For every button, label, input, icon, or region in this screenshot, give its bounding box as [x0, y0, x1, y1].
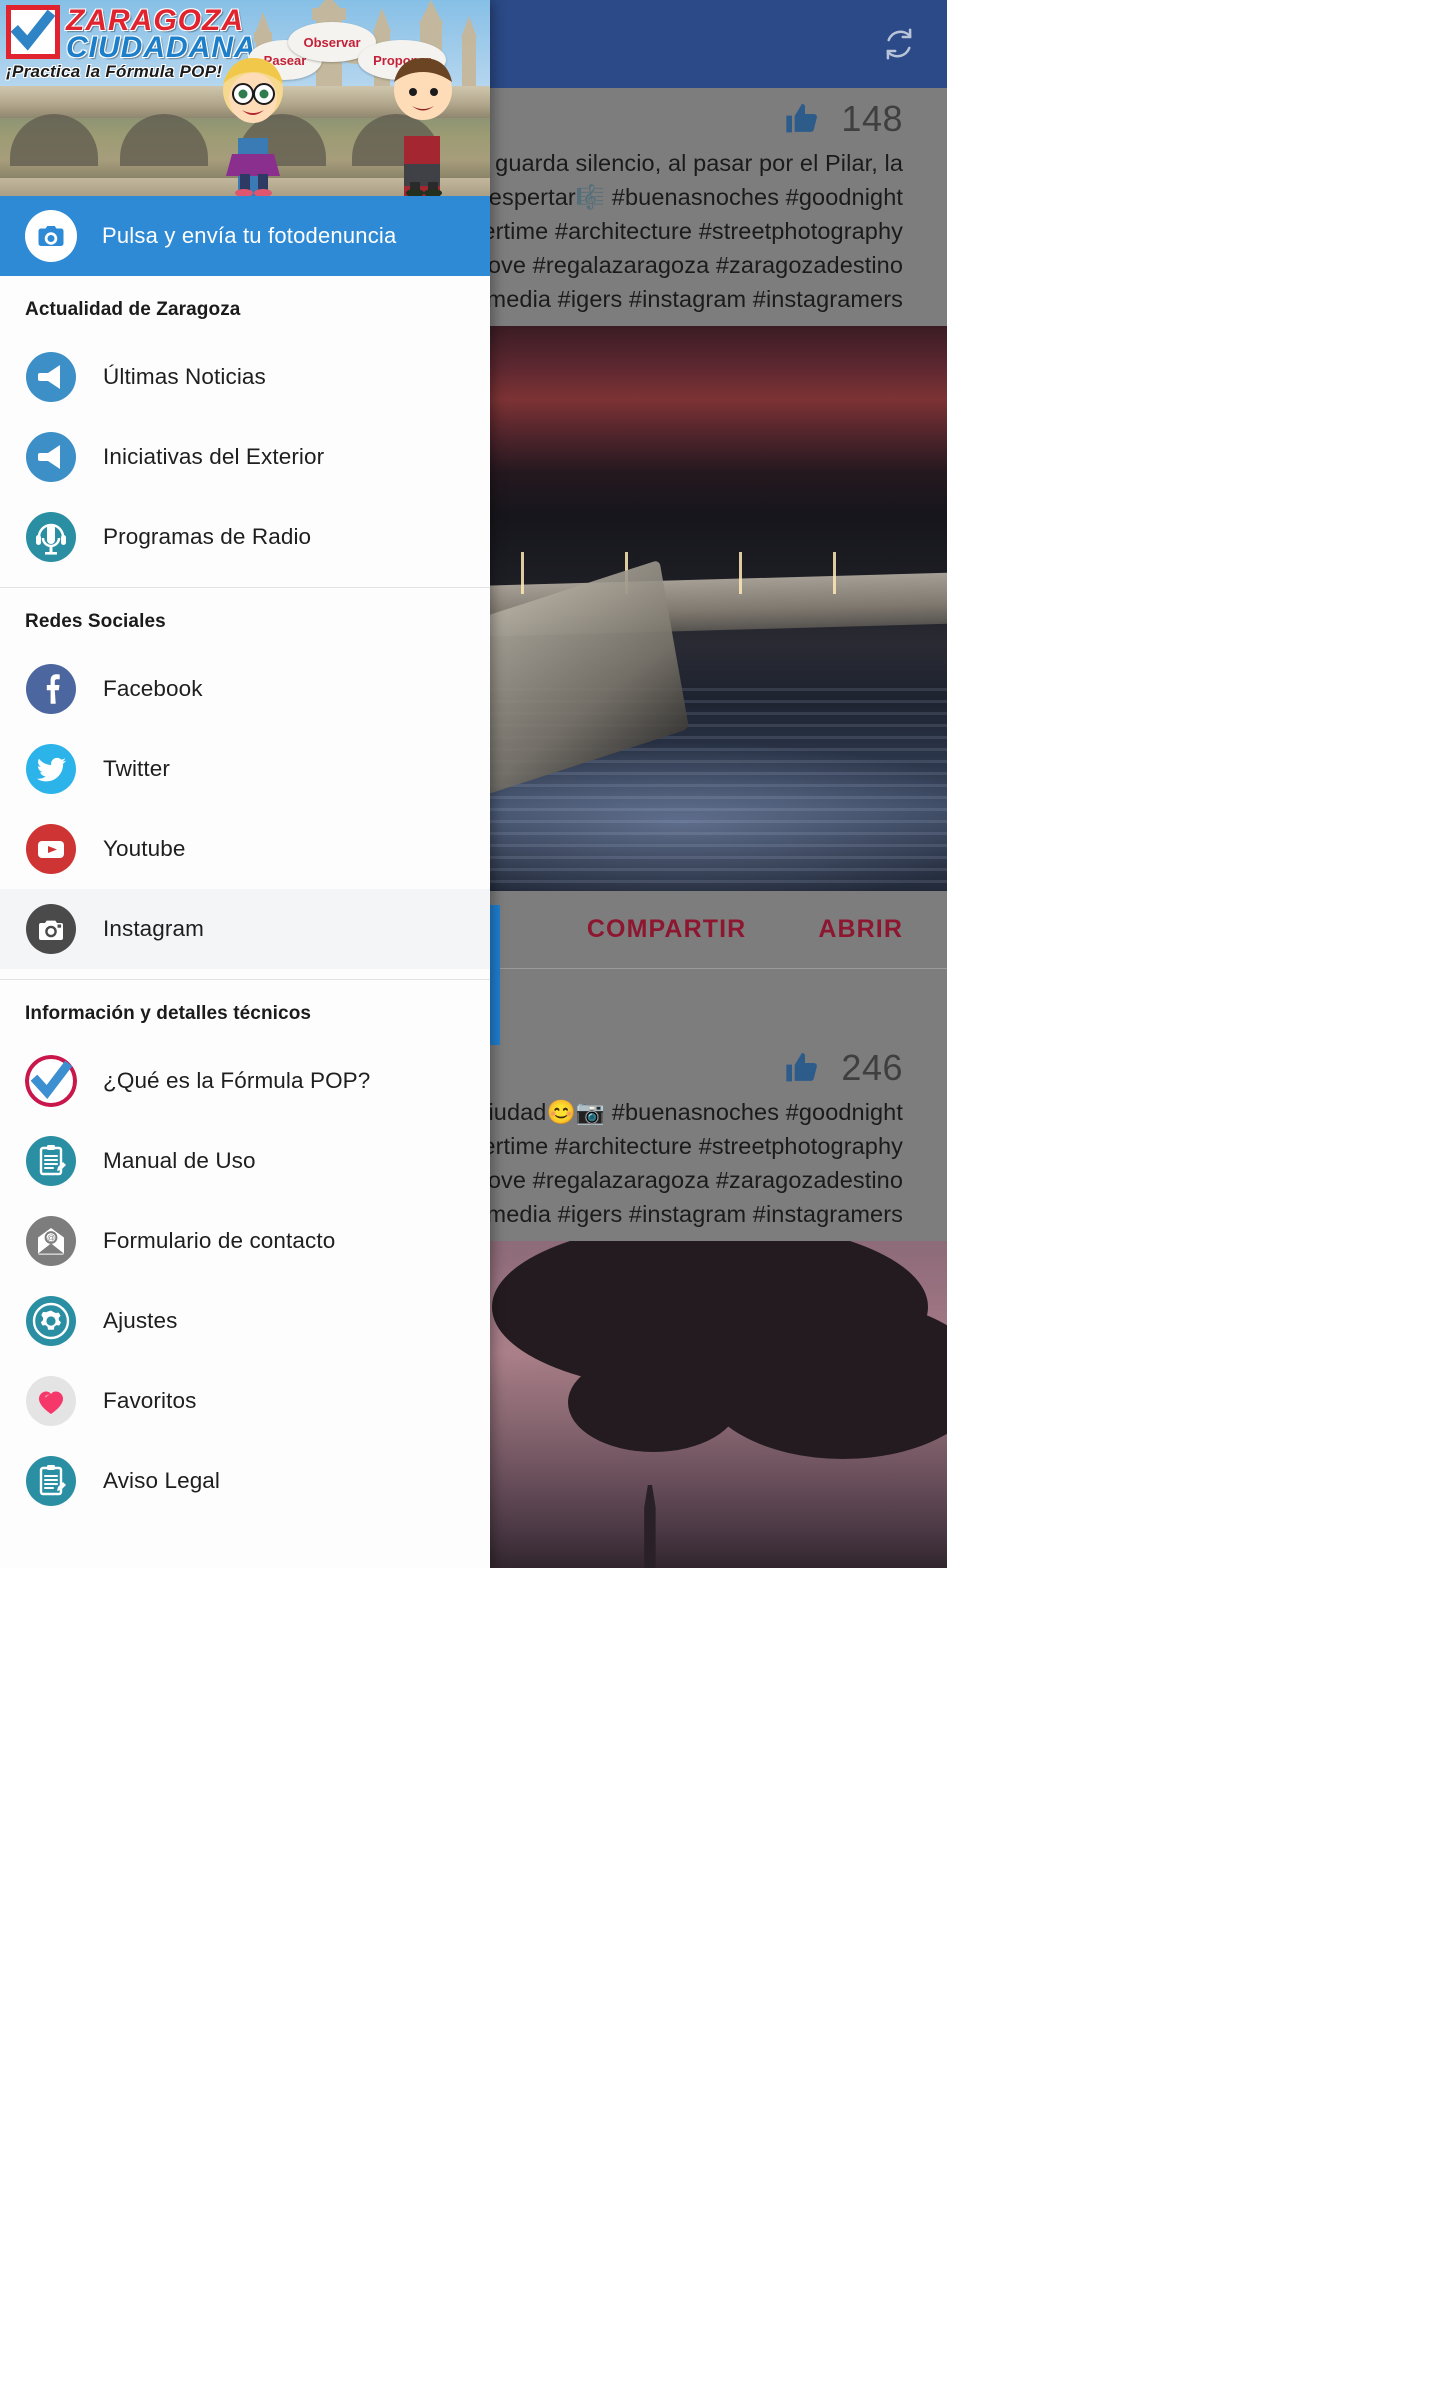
section-title-actualidad: Actualidad de Zaragoza — [25, 299, 241, 320]
svg-text:@: @ — [47, 1234, 55, 1243]
menu-item-label: Twitter — [103, 756, 170, 781]
megaphone-icon — [25, 431, 77, 483]
thumbs-up-icon[interactable] — [781, 99, 825, 139]
boy-mascot-illustration — [394, 58, 452, 196]
formula-pop-icon — [25, 1055, 77, 1107]
photo-complaint-label: Pulsa y envía tu fotodenuncia — [102, 223, 397, 248]
menu-item-label: Favoritos — [103, 1388, 197, 1413]
like-count: 246 — [841, 1047, 903, 1088]
twitter-icon — [25, 743, 77, 795]
menu-item-label: Últimas Noticias — [103, 364, 266, 389]
menu-item-label: Formulario de contacto — [103, 1228, 336, 1253]
brand-tagline: ¡Practica la Fórmula POP! — [6, 62, 223, 81]
share-button[interactable]: COMPARTIR — [587, 915, 746, 944]
menu-item-ultimas-noticias[interactable]: Últimas Noticias — [0, 337, 490, 417]
menu-item-label: Facebook — [103, 676, 203, 701]
youtube-icon — [25, 823, 77, 875]
menu-item-label: Youtube — [103, 836, 186, 861]
menu-item-instagram[interactable]: Instagram — [0, 889, 490, 969]
menu-item-programas-radio[interactable]: Programas de Radio — [0, 497, 490, 577]
menu-item-ajustes[interactable]: Ajustes — [0, 1281, 490, 1361]
refresh-icon[interactable] — [877, 22, 921, 66]
menu-item-label: Iniciativas del Exterior — [103, 444, 325, 469]
megaphone-icon — [25, 351, 77, 403]
menu-item-label: ¿Qué es la Fórmula POP? — [103, 1068, 371, 1093]
menu-item-label: Aviso Legal — [103, 1468, 221, 1493]
document-icon — [25, 1135, 77, 1187]
thumbs-up-icon[interactable] — [781, 1048, 825, 1088]
menu-item-label: Ajustes — [103, 1308, 178, 1333]
menu-item-twitter[interactable]: Twitter — [0, 729, 490, 809]
navigation-drawer: ZARAGOZA CIUDADANA ¡Practica la Fórmula … — [0, 0, 490, 1568]
menu-item-favoritos[interactable]: Favoritos — [0, 1361, 490, 1441]
radio-mic-icon — [25, 511, 77, 563]
instagram-icon — [25, 903, 77, 955]
mail-icon: @ — [25, 1215, 77, 1267]
section-title-redes-sociales: Redes Sociales — [25, 611, 166, 632]
open-button[interactable]: ABRIR — [818, 915, 903, 944]
menu-item-formulario-contacto[interactable]: @ Formulario de contacto — [0, 1201, 490, 1281]
menu-item-label: Manual de Uso — [103, 1148, 256, 1173]
menu-item-manual-uso[interactable]: Manual de Uso — [0, 1121, 490, 1201]
checkmark-logo-icon — [6, 5, 60, 59]
gear-icon — [25, 1295, 77, 1347]
menu-item-youtube[interactable]: Youtube — [0, 809, 490, 889]
heart-icon — [25, 1375, 77, 1427]
app-root: 148 ro guarda silencio, al pasar por el … — [0, 0, 947, 1568]
photo-complaint-button[interactable]: Pulsa y envía tu fotodenuncia — [0, 196, 490, 276]
menu-item-formula-pop[interactable]: ¿Qué es la Fórmula POP? — [0, 1041, 490, 1121]
menu-item-aviso-legal[interactable]: Aviso Legal — [0, 1441, 490, 1521]
section-title-informacion: Información y detalles técnicos — [25, 1003, 312, 1024]
menu-item-iniciativas-exterior[interactable]: Iniciativas del Exterior — [0, 417, 490, 497]
girl-mascot-illustration — [223, 58, 283, 196]
facebook-icon — [25, 663, 77, 715]
document-icon — [25, 1455, 77, 1507]
menu-item-label: Programas de Radio — [103, 524, 312, 549]
like-count: 148 — [841, 98, 903, 139]
drawer-edge-highlight — [490, 905, 500, 1045]
menu-item-facebook[interactable]: Facebook — [0, 649, 490, 729]
camera-icon — [25, 210, 77, 262]
menu-item-label: Instagram — [103, 916, 204, 941]
drawer-banner: ZARAGOZA CIUDADANA ¡Practica la Fórmula … — [0, 0, 490, 196]
